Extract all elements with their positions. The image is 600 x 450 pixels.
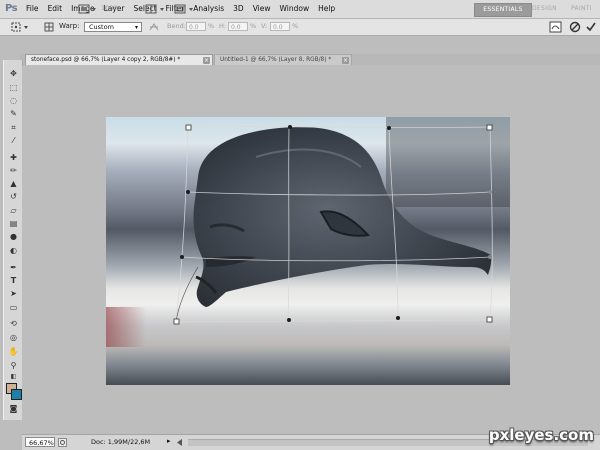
document-tab-bar: stoneface.psd @ 66,7% (Layer 4 copy 2, R… xyxy=(20,54,600,65)
screen-mode-icon xyxy=(174,4,193,14)
menu-analysis[interactable]: Analysis xyxy=(193,0,229,18)
menu-edit[interactable]: Edit xyxy=(48,0,68,18)
rectangle-icon[interactable]: ▭ xyxy=(7,303,20,313)
dodge-icon[interactable]: ◐ xyxy=(7,246,20,256)
bend-field[interactable]: 0.0 xyxy=(186,22,206,31)
chevron-right-icon[interactable]: ▸ xyxy=(167,437,171,445)
arrange-icon xyxy=(145,4,164,14)
arrange-documents-button[interactable] xyxy=(145,4,167,14)
brush-icon[interactable]: ✏ xyxy=(7,166,20,176)
history-brush-icon[interactable]: ↺ xyxy=(7,192,20,202)
tab-stoneface[interactable]: stoneface.psd @ 66,7% (Layer 4 copy 2, R… xyxy=(25,54,213,65)
tools-panel: ✥ ⬚ ◌ ✎ ⌗ ⁄ ✚ ✏ ▲ ↺ ▱ ▤ ● ◐ ✒ T ➤ ▭ ⟲ ◎ … xyxy=(3,60,23,420)
eyedropper-icon[interactable]: ⁄ xyxy=(7,136,20,146)
lasso-icon[interactable]: ◌ xyxy=(7,96,20,106)
pen-icon[interactable]: ✒ xyxy=(7,263,20,273)
gradient-icon[interactable]: ▤ xyxy=(7,219,20,229)
bend-percent: % xyxy=(208,22,215,30)
crop-icon[interactable]: ⌗ xyxy=(7,123,20,133)
menu-view[interactable]: View xyxy=(253,0,276,18)
site-watermark: pxleyes.com xyxy=(488,426,594,444)
puppet-warp-toggle-icon[interactable] xyxy=(549,21,562,33)
move-icon[interactable]: ✥ xyxy=(7,69,20,79)
status-info-icon[interactable] xyxy=(58,438,67,447)
hand-icon[interactable]: ✋ xyxy=(7,347,20,357)
cancel-transform-icon[interactable] xyxy=(569,21,581,33)
horizontal-percent: % xyxy=(250,22,257,30)
zoom-level-readout[interactable]: 100% xyxy=(101,4,120,12)
reference-point-icon[interactable] xyxy=(44,22,56,32)
quick-select-icon[interactable]: ✎ xyxy=(7,109,20,119)
warped-statue-head xyxy=(106,117,510,385)
document-canvas[interactable] xyxy=(106,117,510,385)
screen-mode-button[interactable] xyxy=(174,4,196,14)
tab-untitled-1[interactable]: Untitled-1 @ 66,7% (Layer 8, RGB/8) * × xyxy=(214,54,352,65)
horizontal-distortion-field[interactable]: 0.0 xyxy=(228,22,248,31)
zoom-field[interactable]: 66,67% xyxy=(25,437,55,447)
blur-icon[interactable]: ● xyxy=(7,232,20,242)
healing-brush-icon[interactable]: ✚ xyxy=(7,153,20,163)
quick-mask-icon[interactable]: ◙ xyxy=(7,404,20,414)
tool-preset-picker[interactable] xyxy=(10,21,36,33)
menu-file[interactable]: File xyxy=(26,0,44,18)
application-bar: Ps File Edit Image Layer Select Filter A… xyxy=(0,0,600,19)
3d-rotate-icon[interactable]: ⟲ xyxy=(7,319,20,329)
clone-stamp-icon[interactable]: ▲ xyxy=(7,179,20,189)
menu-3d[interactable]: 3D xyxy=(233,0,249,18)
chevron-down-icon: ▾ xyxy=(134,24,138,31)
bridge-icon xyxy=(78,4,96,14)
tab-label: Untitled-1 @ 66,7% (Layer 8, RGB/8) * xyxy=(220,57,332,63)
document-size-info: Doc: 1,99M/22,6M xyxy=(91,438,151,446)
commit-transform-icon[interactable] xyxy=(585,21,597,33)
marquee-icon[interactable]: ⬚ xyxy=(7,83,20,93)
close-icon[interactable]: × xyxy=(342,57,349,64)
path-select-icon[interactable]: ➤ xyxy=(7,289,20,299)
menu-window[interactable]: Window xyxy=(280,0,315,18)
warp-style-value: Custom xyxy=(89,23,114,31)
launch-bridge-button[interactable] xyxy=(78,4,98,14)
3d-orbit-icon[interactable]: ◎ xyxy=(7,333,20,343)
scroll-left-icon[interactable] xyxy=(175,438,185,447)
workspace-painting-button[interactable]: PAINTI xyxy=(566,3,597,15)
photoshop-logo: Ps xyxy=(5,3,18,14)
background-color-swatch[interactable] xyxy=(11,389,22,400)
warp-label: Warp: xyxy=(59,22,80,30)
change-warp-orientation-icon[interactable] xyxy=(148,22,160,32)
warp-style-select[interactable]: Custom ▾ xyxy=(84,22,142,32)
close-icon[interactable]: × xyxy=(203,57,210,64)
default-colors-icon[interactable]: ◧ xyxy=(7,372,20,382)
horizontal-distortion-label: H: xyxy=(219,22,227,30)
zoom-icon[interactable]: ⚲ xyxy=(7,361,20,371)
options-bar: Warp: Custom ▾ Bend: 0.0 % H: 0.0 % V: 0… xyxy=(0,19,600,36)
bend-label: Bend: xyxy=(167,22,186,30)
vertical-percent: % xyxy=(292,22,299,30)
workspace-design-button[interactable]: DESIGN xyxy=(527,3,562,15)
workspace-essentials-button[interactable]: ESSENTIALS xyxy=(474,3,532,17)
type-icon[interactable]: T xyxy=(7,276,20,286)
eraser-icon[interactable]: ▱ xyxy=(7,206,20,216)
menu-help[interactable]: Help xyxy=(318,0,340,18)
tab-label: stoneface.psd @ 66,7% (Layer 4 copy 2, R… xyxy=(31,57,181,63)
vertical-distortion-field[interactable]: 0.0 xyxy=(270,22,290,31)
vertical-distortion-label: V: xyxy=(261,22,268,30)
